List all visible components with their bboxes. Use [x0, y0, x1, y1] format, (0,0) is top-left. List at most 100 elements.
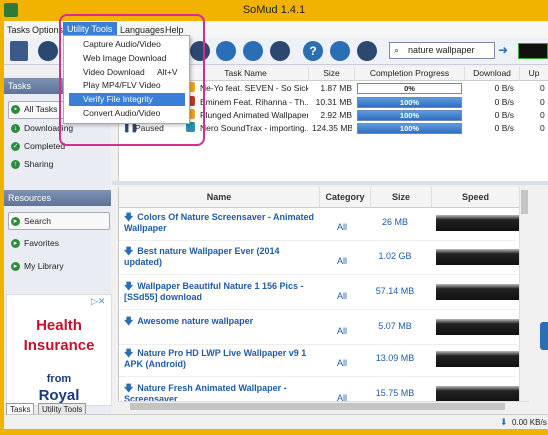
- menu-tasks[interactable]: Tasks: [7, 25, 30, 35]
- download-icon: ↓: [11, 124, 20, 134]
- sidebar-item-my-library[interactable]: ▸ My Library: [11, 261, 64, 275]
- search-go-icon[interactable]: ➜: [498, 43, 508, 57]
- resources-header-label: Resources: [8, 193, 52, 203]
- advertisement[interactable]: ▷✕ Health Insurance from Royal: [6, 294, 112, 406]
- result-name[interactable]: 🡇 Colors Of Nature Screensaver - Animated…: [124, 212, 318, 234]
- search-value: nature wallpaper: [408, 45, 475, 55]
- side-panel-tab[interactable]: [540, 322, 548, 350]
- ad-line-3: from: [46, 373, 72, 385]
- new-task-icon[interactable]: [10, 41, 28, 61]
- task-size: 124.35 MB: [312, 123, 352, 133]
- task-name: Eminem Feat. Rihanna - Th...: [200, 97, 308, 107]
- row-divider: [119, 376, 517, 377]
- result-category: All: [336, 256, 347, 266]
- col-result-size[interactable]: Size: [371, 187, 432, 208]
- col-download[interactable]: Download: [465, 67, 520, 81]
- result-name-text: Colors Of Nature Screensaver - Animated …: [124, 212, 314, 233]
- help-icon[interactable]: ?: [303, 41, 323, 61]
- task-name: Nero SoundTrax - importing...: [200, 123, 308, 133]
- home-icon[interactable]: [357, 41, 377, 61]
- download-arrow-icon: 🡇: [124, 348, 134, 358]
- col-result-name[interactable]: Name: [119, 187, 320, 208]
- download-arrow-icon: 🡇: [124, 383, 134, 393]
- col-result-speed[interactable]: Speed: [432, 187, 520, 208]
- ad-line-4: Royal: [38, 387, 80, 404]
- download-arrow-icon: 🡇: [124, 281, 134, 291]
- task-upload-speed: 0: [540, 83, 545, 93]
- task-progress-bar: 100%: [357, 110, 462, 121]
- result-size: 26 MB: [381, 217, 408, 227]
- result-size: 5.07 MB: [378, 321, 412, 331]
- favorites-text: Favorites: [24, 238, 59, 248]
- result-category: All: [336, 326, 347, 336]
- completed-icon: ✓: [11, 142, 20, 152]
- sidebar-item-sharing[interactable]: ↑ Sharing: [11, 159, 53, 173]
- result-size: 15.75 MB: [375, 388, 415, 398]
- task-name: Plunged Animated Wallpaper: [200, 110, 308, 120]
- result-speed-bar: [436, 351, 520, 367]
- refresh-icon[interactable]: [330, 41, 350, 61]
- result-name-text: Wallpaper Beautiful Nature 1 156 Pics - …: [124, 281, 304, 302]
- task-download-speed: 0 B/s: [494, 110, 514, 120]
- result-category: All: [336, 291, 347, 301]
- resources-panel-header: Resources: [4, 190, 111, 206]
- result-category: All: [336, 358, 347, 368]
- result-speed-bar: [436, 249, 520, 265]
- col-progress[interactable]: Completion Progress: [355, 67, 465, 81]
- download-arrow-icon: 🡇: [124, 246, 134, 256]
- task-size: 2.92 MB: [320, 110, 352, 120]
- ad-line-2: Insurance: [23, 337, 95, 354]
- tools-icon[interactable]: [216, 41, 236, 61]
- status-bar: [4, 414, 548, 429]
- download-arrow-icon: 🡇: [124, 212, 134, 222]
- result-name[interactable]: 🡇 Best nature Wallpaper Ever (2014 update…: [124, 246, 318, 268]
- task-upload-speed: 0: [540, 110, 545, 120]
- download-speed-icon: ⬇: [500, 417, 508, 427]
- sidebar-item-search-label: ▸ Search: [11, 216, 51, 230]
- sharing-icon: ↑: [11, 160, 20, 170]
- row-divider: [119, 309, 517, 310]
- vertical-scroll-thumb[interactable]: [521, 190, 528, 214]
- fullscreen-icon[interactable]: [243, 41, 263, 61]
- sidebar-item-completed[interactable]: ✓ Completed: [11, 141, 65, 155]
- completed-text: Completed: [24, 141, 66, 151]
- sidebar-item-favorites[interactable]: ▸ Favorites: [11, 238, 59, 252]
- task-progress-bar: 100%: [357, 123, 462, 134]
- ad-line-1: Health: [36, 317, 82, 334]
- result-category: All: [336, 222, 347, 232]
- horizontal-scroll-thumb[interactable]: [130, 403, 505, 410]
- open-icon[interactable]: [38, 41, 58, 61]
- col-result-category[interactable]: Category: [320, 187, 371, 208]
- col-size[interactable]: Size: [309, 67, 355, 81]
- tasks-icon: ▪: [11, 105, 20, 115]
- window-icon: [4, 3, 18, 17]
- my-library-text: My Library: [24, 261, 64, 271]
- status-speed: 0.00 KB/s: [512, 418, 547, 427]
- adchoices-icon[interactable]: ▷✕: [91, 296, 105, 307]
- results-vertical-scrollbar[interactable]: [519, 187, 530, 401]
- progress-label: 100%: [399, 124, 420, 133]
- result-size: 57.14 MB: [375, 286, 415, 296]
- search-input[interactable]: ⌕ nature wallpaper: [389, 42, 495, 59]
- task-download-speed: 0 B/s: [494, 83, 514, 93]
- gear-icon[interactable]: [270, 41, 290, 61]
- result-speed-bar: [436, 284, 520, 300]
- task-upload-speed: 0: [540, 123, 545, 133]
- result-name-text: Awesome nature wallpaper: [137, 316, 254, 326]
- search-nav-text: Search: [24, 216, 51, 226]
- splitter[interactable]: [112, 181, 548, 185]
- download-arrow-icon: 🡇: [124, 316, 134, 326]
- result-name-text: Best nature Wallpaper Ever (2014 updated…: [124, 246, 280, 267]
- result-name[interactable]: 🡇 Awesome nature wallpaper: [124, 316, 318, 327]
- progress-label: 100%: [399, 111, 420, 120]
- result-size: 13.09 MB: [375, 353, 415, 363]
- result-speed-bar: [436, 386, 520, 402]
- sharing-text: Sharing: [24, 159, 54, 169]
- result-speed-bar: [436, 215, 520, 231]
- task-download-speed: 0 B/s: [494, 97, 514, 107]
- tasks-header-label: Tasks: [8, 81, 32, 91]
- result-name[interactable]: 🡇 Wallpaper Beautiful Nature 1 156 Pics -…: [124, 281, 318, 303]
- result-name[interactable]: 🡇 Nature Pro HD LWP Live Wallpaper v9 1 A…: [124, 348, 318, 370]
- col-up[interactable]: Up: [520, 67, 548, 81]
- progress-label: 100%: [399, 98, 420, 107]
